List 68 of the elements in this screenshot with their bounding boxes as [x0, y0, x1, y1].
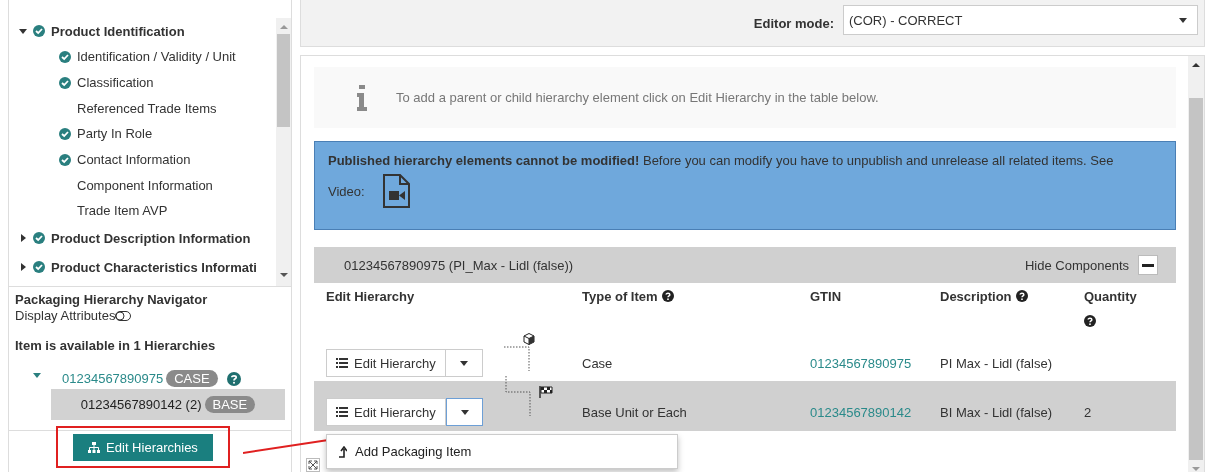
tree-item[interactable]: Product Characteristics Informati [51, 259, 257, 275]
flag-icon [539, 386, 553, 398]
scroll-up-icon[interactable] [1192, 62, 1200, 68]
edit-hierarchy-button[interactable]: Edit Hierarchy [326, 349, 446, 377]
expand-icon[interactable] [306, 458, 320, 472]
tree-item[interactable]: Product Description Information [51, 230, 251, 246]
caret-down-icon [1179, 17, 1187, 23]
edit-hierarchy-button[interactable]: Edit Hierarchy [326, 398, 446, 426]
tree-item[interactable]: Classification [77, 75, 154, 91]
menu-item[interactable]: Add Packaging Item [327, 438, 677, 465]
caret-right-icon[interactable] [19, 263, 27, 272]
hierarchy-title: 01234567890975 (PI_Max - Lidl (false)) [344, 257, 574, 273]
minus-icon [1142, 263, 1154, 267]
column-header: Description [940, 289, 1012, 304]
column-header: GTIN [810, 289, 842, 304]
help-icon[interactable] [1084, 315, 1096, 327]
collapse-button[interactable] [1138, 255, 1158, 275]
edit-hierarchies-button[interactable]: Edit Hierarchies [73, 433, 213, 461]
cube-icon [523, 333, 535, 345]
editor-mode-select[interactable]: (COR) - CORRECT [843, 5, 1198, 35]
scrollbar[interactable] [1188, 56, 1204, 472]
list-icon [336, 358, 348, 368]
video-file-icon[interactable] [381, 174, 410, 208]
section-title: Packaging Hierarchy Navigator [15, 292, 209, 307]
availability-text: Item is available in 1 Hierarchies [15, 338, 217, 353]
toggle-label: Display Attributes [15, 308, 116, 323]
tree-item[interactable]: Product Identification [51, 23, 185, 39]
tree-item[interactable]: Contact Information [77, 152, 191, 168]
tree-item[interactable]: Referenced Trade Items [77, 100, 217, 116]
info-text: To add a parent or child hierarchy element click on Edit Hierarchy in the table below. [396, 90, 879, 105]
list-icon [336, 407, 348, 417]
table-cell: 2 [1084, 404, 1092, 420]
tree-item[interactable]: Identification / Validity / Unit [77, 49, 236, 65]
caret-down-icon[interactable] [19, 27, 27, 35]
gtin-link[interactable]: 01234567890975 [810, 355, 912, 371]
scroll-down-icon[interactable] [279, 272, 288, 278]
arrow-up-icon [339, 445, 347, 458]
hierarchy-node[interactable]: 01234567890142 (2) BASE [51, 389, 285, 420]
caret-right-icon[interactable] [19, 234, 27, 243]
caret-down-icon [460, 360, 468, 366]
dropdown-toggle[interactable] [446, 349, 483, 377]
warning-text: Published hierarchy elements cannot be modified! Before you can modify you have to unpublish and unrelease all related items. See [328, 152, 1115, 170]
editor-mode-label: Editor mode: [753, 15, 834, 31]
dropdown-toggle[interactable] [446, 398, 483, 426]
scrollbar[interactable] [276, 18, 291, 286]
help-icon[interactable] [661, 290, 674, 302]
help-icon[interactable] [1015, 290, 1028, 302]
info-icon [356, 84, 368, 111]
column-header: Quantity [1084, 289, 1137, 304]
sitemap-icon [88, 441, 101, 453]
table-cell: BI Max - Lidl (false) [940, 404, 1052, 420]
table-cell: Base Unit or Each [582, 404, 687, 420]
video-label: Video: [328, 183, 365, 199]
tree-item[interactable]: Party In Role [77, 126, 153, 142]
table-cell: Case [582, 355, 613, 371]
gtin-link[interactable]: 01234567890975 [62, 371, 164, 386]
caret-down-icon [460, 409, 469, 415]
table-row[interactable]: Edit Hierarchy Case 01234567890975 PI Max - Lidl (false) [314, 333, 1176, 381]
node-label: 01234567890142 (2) [80, 397, 202, 412]
toggle-icon[interactable] [115, 310, 132, 321]
column-header: Type of Item [582, 289, 658, 304]
tree-item[interactable]: Trade Item AVP [77, 203, 168, 219]
hide-components-label: Hide Components [1024, 257, 1129, 273]
type-badge: BASE [204, 396, 256, 413]
type-badge: CASE [166, 370, 218, 387]
column-header: Edit Hierarchy [326, 289, 415, 304]
tree-item[interactable]: Component Information [77, 177, 213, 193]
table-cell: PI Max - Lidl (false) [940, 355, 1052, 371]
